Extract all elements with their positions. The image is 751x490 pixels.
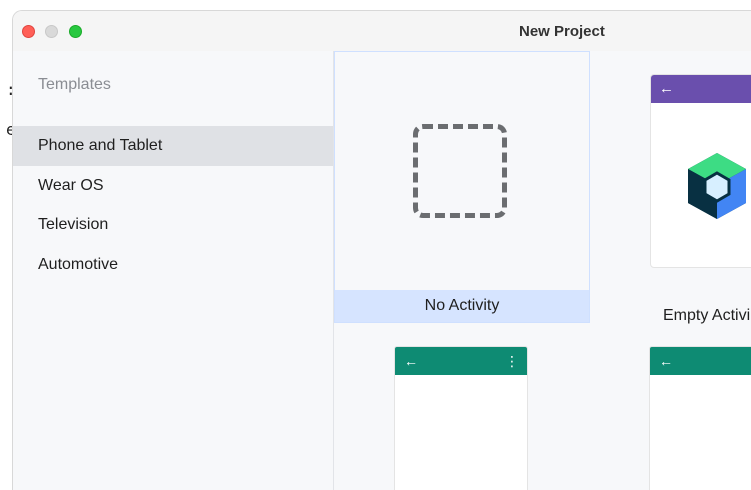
sidebar-item-label: Television	[38, 216, 109, 233]
template-label-empty-activity: Empty Activi	[663, 307, 751, 324]
sidebar-item-label: Phone and Tablet	[38, 137, 163, 154]
template-tile-empty-activity[interactable]: ←	[650, 74, 751, 268]
app-bar: ← ⋮	[395, 347, 527, 375]
back-arrow-icon: ←	[659, 80, 674, 97]
app-bar: ←	[650, 347, 751, 375]
templates-sidebar: Templates Phone and Tablet Wear OS Telev…	[13, 51, 334, 490]
template-gallery: No Activity ← Empty Activi ← ⋮ ←	[334, 51, 751, 490]
jetpack-compose-icon	[688, 153, 746, 219]
template-tile-no-activity[interactable]: No Activity	[334, 51, 590, 323]
title-bar: New Project	[13, 11, 751, 51]
maximize-window-button[interactable]	[69, 25, 82, 38]
back-arrow-icon: ←	[659, 353, 673, 369]
sidebar-item-automotive[interactable]: Automotive	[13, 245, 333, 285]
overflow-menu-icon: ⋮	[505, 353, 519, 369]
new-project-window: New Project Templates Phone and Tablet W…	[12, 10, 751, 490]
sidebar-item-label: Automotive	[38, 256, 119, 273]
sidebar-header: Templates	[38, 76, 111, 93]
sidebar-item-wear-os[interactable]: Wear OS	[13, 166, 333, 206]
sidebar-item-television[interactable]: Television	[13, 205, 333, 245]
app-bar: ←	[651, 75, 751, 103]
sidebar-item-phone-and-tablet[interactable]: Phone and Tablet	[13, 126, 333, 166]
minimize-window-button[interactable]	[45, 25, 58, 38]
back-arrow-icon: ←	[404, 353, 418, 369]
dashed-square-icon	[413, 124, 507, 218]
template-label-no-activity: No Activity	[335, 290, 589, 322]
sidebar-item-label: Wear OS	[38, 177, 104, 194]
template-tile-activity[interactable]: ←	[649, 346, 751, 490]
close-window-button[interactable]	[22, 25, 35, 38]
template-tile-basic-activity[interactable]: ← ⋮	[394, 346, 528, 490]
window-title: New Project	[519, 23, 605, 40]
